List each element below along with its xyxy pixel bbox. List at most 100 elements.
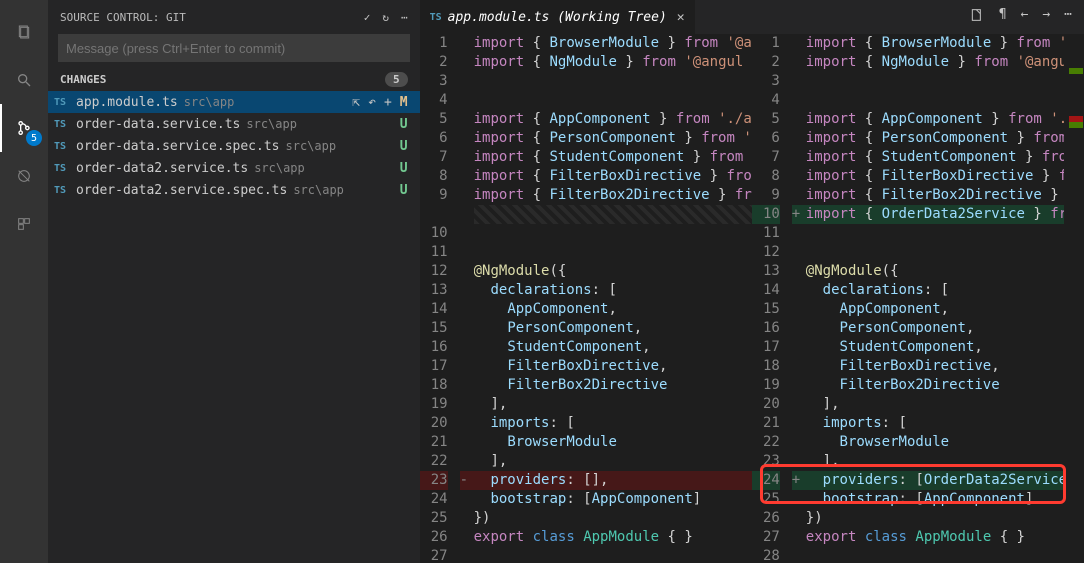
- search-icon[interactable]: [0, 56, 48, 104]
- code-line[interactable]: ],: [474, 452, 752, 471]
- diff-left-pane[interactable]: 1234567891011121314151617181920212223242…: [420, 34, 752, 563]
- code-line[interactable]: BrowserModule: [474, 433, 752, 452]
- code-line[interactable]: [474, 91, 752, 110]
- file-path: src\app: [246, 117, 297, 131]
- changes-list: TSapp.module.tssrc\app⇱↶+MTSorder-data.s…: [48, 91, 420, 201]
- ts-file-icon: TS: [430, 12, 442, 23]
- code-line[interactable]: import { FilterBox2Directive } fr: [806, 186, 1084, 205]
- stage-icon[interactable]: +: [384, 95, 392, 110]
- more-icon[interactable]: ⋯: [401, 11, 408, 24]
- code-line[interactable]: [806, 72, 1084, 91]
- code-line[interactable]: ],: [806, 395, 1084, 414]
- code-line[interactable]: import { FilterBox2Directive } fr: [474, 186, 752, 205]
- file-path: src\app: [293, 183, 344, 197]
- code-line[interactable]: import { StudentComponent } from: [806, 148, 1084, 167]
- sidebar-header: SOURCE CONTROL: GIT ✓ ↻ ⋯: [48, 0, 420, 34]
- code-line[interactable]: [474, 547, 752, 563]
- extensions-icon[interactable]: [0, 200, 48, 248]
- code-line[interactable]: [474, 224, 752, 243]
- code-line[interactable]: import { AppComponent } from './a: [806, 110, 1084, 129]
- file-name: order-data.service.spec.ts: [76, 139, 280, 154]
- code-line[interactable]: bootstrap: [AppComponent]: [474, 490, 752, 509]
- status-badge: M: [400, 95, 408, 110]
- change-item[interactable]: TSapp.module.tssrc\app⇱↶+M: [48, 91, 420, 113]
- code-line[interactable]: }): [806, 509, 1084, 528]
- code-line[interactable]: import { FilterBoxDirective } fro: [806, 167, 1084, 186]
- code-line[interactable]: import { AppComponent } from './a: [474, 110, 752, 129]
- open-file-icon[interactable]: [969, 7, 985, 27]
- code-line[interactable]: export class AppModule { }: [806, 528, 1084, 547]
- code-line[interactable]: StudentComponent,: [806, 338, 1084, 357]
- commit-icon[interactable]: ✓: [364, 11, 371, 24]
- refresh-icon[interactable]: ↻: [382, 11, 389, 24]
- editor-actions: ¶ ← → ⋯: [969, 7, 1084, 27]
- code-line[interactable]: AppComponent,: [806, 300, 1084, 319]
- code-line[interactable]: import { PersonComponent } from ': [474, 129, 752, 148]
- code-line[interactable]: FilterBoxDirective,: [806, 357, 1084, 376]
- commit-message-box: [58, 34, 410, 62]
- code-line[interactable]: import { BrowserModule } from '@a: [806, 34, 1084, 53]
- code-line[interactable]: FilterBoxDirective,: [474, 357, 752, 376]
- code-line[interactable]: @NgModule({: [806, 262, 1084, 281]
- change-item[interactable]: TSorder-data2.service.spec.tssrc\app⇱↶+U: [48, 179, 420, 201]
- code-line[interactable]: declarations: [: [474, 281, 752, 300]
- code-line[interactable]: bootstrap: [AppComponent]: [806, 490, 1084, 509]
- ts-file-icon: TS: [54, 185, 70, 196]
- code-line[interactable]: [806, 243, 1084, 262]
- debug-icon[interactable]: [0, 152, 48, 200]
- code-line[interactable]: BrowserModule: [806, 433, 1084, 452]
- change-item[interactable]: TSorder-data.service.spec.tssrc\app⇱↶+U: [48, 135, 420, 157]
- change-item[interactable]: TSorder-data2.service.tssrc\app⇱↶+U: [48, 157, 420, 179]
- code-line[interactable]: PersonComponent,: [474, 319, 752, 338]
- code-line[interactable]: import { BrowserModule } from '@a: [474, 34, 752, 53]
- code-line[interactable]: import { NgModule } from '@angula: [806, 53, 1084, 72]
- previous-change-icon[interactable]: ←: [1021, 7, 1029, 27]
- changes-section-header[interactable]: CHANGES 5: [48, 68, 420, 91]
- open-file-icon[interactable]: ⇱: [352, 95, 360, 110]
- editor-more-icon[interactable]: ⋯: [1064, 7, 1072, 27]
- scm-badge: 5: [26, 130, 42, 146]
- code-line[interactable]: [806, 547, 1084, 563]
- code-line[interactable]: imports: [: [806, 414, 1084, 433]
- code-line[interactable]: import { FilterBoxDirective } fro: [474, 167, 752, 186]
- code-line[interactable]: import { OrderData2Service } from: [806, 205, 1084, 224]
- commit-message-input[interactable]: [58, 34, 410, 62]
- code-line[interactable]: ],: [806, 452, 1084, 471]
- code-line[interactable]: [806, 91, 1084, 110]
- status-badge: U: [400, 117, 408, 132]
- discard-icon[interactable]: ↶: [368, 95, 376, 110]
- code-line[interactable]: declarations: [: [806, 281, 1084, 300]
- tab-label: app.module.ts (Working Tree): [448, 10, 667, 25]
- code-line[interactable]: FilterBox2Directive: [474, 376, 752, 395]
- code-line[interactable]: AppComponent,: [474, 300, 752, 319]
- code-line[interactable]: providers: [OrderData2Service],: [806, 471, 1084, 490]
- code-line[interactable]: @NgModule({: [474, 262, 752, 281]
- file-name: order-data.service.ts: [76, 117, 240, 132]
- code-line[interactable]: import { NgModule } from '@angul: [474, 53, 752, 72]
- code-line[interactable]: [474, 243, 752, 262]
- code-line[interactable]: export class AppModule { }: [474, 528, 752, 547]
- show-whitespace-icon[interactable]: ¶: [999, 7, 1007, 27]
- file-name: order-data2.service.ts: [76, 161, 248, 176]
- code-line[interactable]: imports: [: [474, 414, 752, 433]
- explorer-icon[interactable]: [0, 8, 48, 56]
- code-line[interactable]: providers: [],: [474, 471, 752, 490]
- code-line[interactable]: StudentComponent,: [474, 338, 752, 357]
- code-line[interactable]: [806, 224, 1084, 243]
- minimap[interactable]: [1064, 34, 1084, 563]
- code-line[interactable]: ],: [474, 395, 752, 414]
- sidebar: SOURCE CONTROL: GIT ✓ ↻ ⋯ CHANGES 5 TSap…: [48, 0, 420, 563]
- code-line[interactable]: [474, 72, 752, 91]
- code-line[interactable]: import { StudentComponent } from: [474, 148, 752, 167]
- change-item[interactable]: TSorder-data.service.tssrc\app⇱↶+U: [48, 113, 420, 135]
- code-line[interactable]: }): [474, 509, 752, 528]
- close-icon[interactable]: ✕: [677, 10, 685, 25]
- code-line[interactable]: FilterBox2Directive: [806, 376, 1084, 395]
- code-line[interactable]: import { PersonComponent } from ': [806, 129, 1084, 148]
- source-control-icon[interactable]: 5: [0, 104, 48, 152]
- tab-app-module[interactable]: TS app.module.ts (Working Tree) ✕: [420, 0, 695, 34]
- next-change-icon[interactable]: →: [1042, 7, 1050, 27]
- diff-right-pane[interactable]: 1234567891011121314151617181920212223242…: [752, 34, 1084, 563]
- code-line[interactable]: PersonComponent,: [806, 319, 1084, 338]
- status-badge: U: [400, 161, 408, 176]
